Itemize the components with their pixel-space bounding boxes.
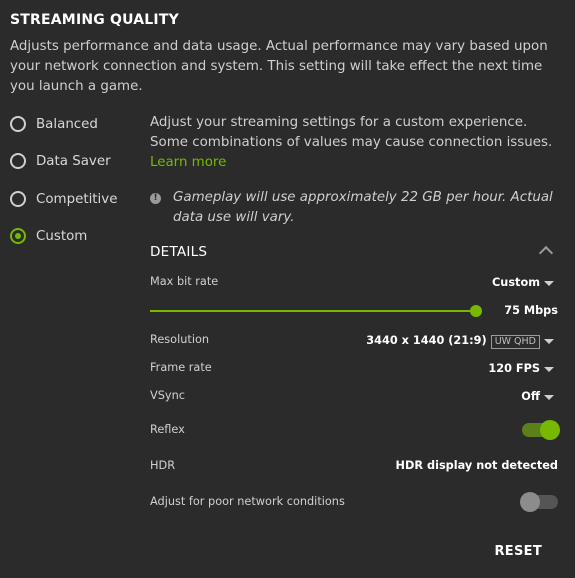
radio-button-icon[interactable] [10, 116, 26, 132]
toggle-knob [540, 420, 560, 440]
resolution-select[interactable]: 3440 x 1440 (21:9) UW QHD [366, 334, 540, 349]
hdr-label: HDR [150, 459, 176, 472]
vsync-select[interactable]: Off [521, 390, 540, 403]
resolution-label: Resolution [150, 333, 210, 346]
page-description: Adjusts performance and data usage. Actu… [10, 39, 548, 94]
chevron-down-icon[interactable] [544, 339, 554, 344]
preset-label: Custom [36, 228, 88, 244]
poor-network-label: Adjust for poor network conditions [150, 495, 345, 508]
max-bit-rate-select[interactable]: Custom [492, 276, 540, 289]
details-title: DETAILS [150, 244, 208, 260]
resolution-value: 3440 x 1440 (21:9) [366, 334, 487, 347]
radio-button-selected-icon[interactable] [10, 228, 26, 244]
preset-data-saver[interactable]: Data Saver [10, 149, 111, 173]
bit-rate-slider-handle[interactable] [470, 305, 482, 317]
bit-rate-slider-track[interactable] [150, 310, 476, 312]
page-title: STREAMING QUALITY [10, 12, 179, 28]
chevron-down-icon[interactable] [544, 395, 554, 400]
preset-label: Balanced [36, 116, 98, 132]
reflex-toggle[interactable] [522, 420, 560, 440]
info-icon: ! [150, 193, 161, 204]
custom-description-text: Adjust your streaming settings for a cus… [150, 115, 553, 150]
preset-balanced[interactable]: Balanced [10, 112, 98, 136]
learn-more-link[interactable]: Learn more [150, 155, 226, 170]
data-usage-info: ! Gameplay will use approximately 22 GB … [150, 188, 565, 228]
resolution-badge: UW QHD [490, 335, 540, 349]
max-bit-rate-label: Max bit rate [150, 275, 219, 288]
custom-description: Adjust your streaming settings for a cus… [150, 113, 565, 173]
reflex-label: Reflex [150, 423, 185, 436]
reset-button[interactable]: RESET [494, 544, 542, 559]
preset-label: Data Saver [36, 153, 111, 169]
preset-competitive[interactable]: Competitive [10, 187, 117, 211]
frame-rate-select[interactable]: 120 FPS [488, 362, 540, 375]
hdr-status: HDR display not detected [395, 459, 558, 472]
data-usage-text: Gameplay will use approximately 22 GB pe… [173, 190, 553, 225]
bit-rate-value: 75 Mbps [504, 304, 558, 317]
radio-button-icon[interactable] [10, 153, 26, 169]
chevron-up-icon[interactable] [538, 245, 554, 261]
preset-custom[interactable]: Custom [10, 224, 87, 248]
radio-button-icon[interactable] [10, 191, 26, 207]
chevron-down-icon[interactable] [544, 367, 554, 372]
frame-rate-label: Frame rate [150, 361, 212, 374]
poor-network-toggle[interactable] [520, 492, 558, 512]
chevron-down-icon[interactable] [544, 281, 554, 286]
toggle-knob [520, 492, 540, 512]
vsync-label: VSync [150, 389, 185, 402]
preset-label: Competitive [36, 191, 118, 207]
